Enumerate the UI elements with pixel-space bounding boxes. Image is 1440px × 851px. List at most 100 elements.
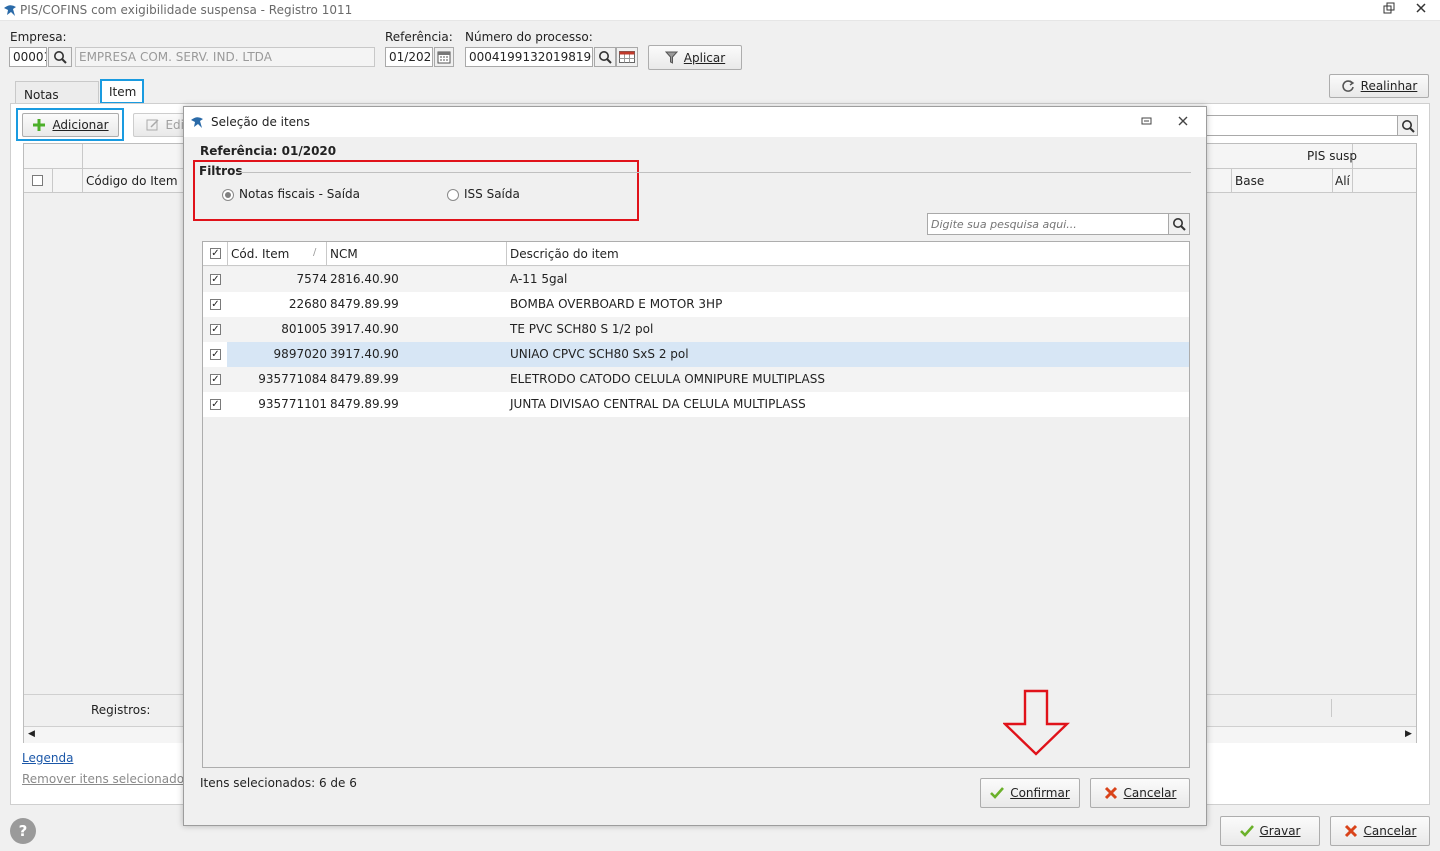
remover-itens-link[interactable]: Remover itens selecionados bbox=[22, 772, 190, 786]
search-icon bbox=[54, 51, 67, 64]
adicionar-label: Adicionar bbox=[52, 118, 109, 132]
cancel-x-icon bbox=[1104, 786, 1117, 800]
app-logo-icon bbox=[4, 5, 16, 16]
row-ncm: 3917.40.90 bbox=[330, 322, 399, 336]
registros-label: Registros: bbox=[91, 703, 151, 717]
radio-notas-fiscais-saida[interactable] bbox=[222, 189, 234, 201]
refresh-icon bbox=[1341, 80, 1354, 92]
empresa-code-input[interactable]: 00001 bbox=[9, 47, 47, 67]
itens-selecionados-status: Itens selecionados: 6 de 6 bbox=[200, 776, 357, 790]
window-title: PIS/COFINS com exigibilidade suspensa - … bbox=[20, 3, 353, 17]
filtros-divider bbox=[239, 172, 1191, 173]
app-logo-icon bbox=[191, 117, 203, 128]
list-item[interactable]: ✓ 935771101 8479.89.99 JUNTA DIVISAO CEN… bbox=[203, 392, 1189, 417]
row-cod: 935771084 bbox=[258, 372, 327, 386]
legenda-link[interactable]: Legenda bbox=[22, 751, 73, 765]
main-search-input[interactable] bbox=[1200, 115, 1398, 136]
list-item[interactable]: ✓ 801005 3917.40.90 TE PVC SCH80 S 1/2 p… bbox=[203, 317, 1189, 342]
list-item[interactable]: ✓ 7574 2816.40.90 A-11 5gal bbox=[203, 267, 1189, 292]
row-checkbox[interactable]: ✓ bbox=[210, 299, 221, 310]
selecao-itens-dialog: Seleção de itens Referência: 01/2020 Fil… bbox=[183, 106, 1207, 826]
row-desc: BOMBA OVERBOARD E MOTOR 3HP bbox=[510, 297, 723, 311]
tab-notas-fiscais[interactable]: Notas Fiscais bbox=[15, 81, 99, 116]
referencia-label: Referência: bbox=[385, 30, 453, 44]
row-checkbox[interactable]: ✓ bbox=[210, 399, 221, 410]
close-window-button[interactable] bbox=[1412, 2, 1430, 18]
close-icon bbox=[1416, 3, 1426, 13]
search-icon bbox=[599, 51, 612, 64]
main-cancelar-button[interactable]: Cancelar bbox=[1330, 816, 1430, 846]
confirmar-button[interactable]: Confirmar bbox=[980, 778, 1080, 808]
calendar-button[interactable] bbox=[434, 47, 454, 67]
gravar-button[interactable]: Gravar bbox=[1220, 816, 1320, 846]
adicionar-button[interactable]: Adicionar bbox=[22, 113, 119, 137]
row-checkbox[interactable]: ✓ bbox=[210, 324, 221, 335]
radio-iss-saida[interactable] bbox=[447, 189, 459, 201]
dialog-cancelar-button[interactable]: Cancelar bbox=[1090, 778, 1190, 808]
select-all-items-checkbox[interactable]: ✓ bbox=[210, 248, 221, 259]
row-checkbox[interactable]: ✓ bbox=[210, 349, 221, 360]
row-ncm: 8479.89.99 bbox=[330, 297, 399, 311]
tab-item-label: Item bbox=[109, 85, 137, 99]
pis-susp-header: PIS susp bbox=[1307, 149, 1357, 163]
col-cod-item[interactable]: Cód. Item bbox=[231, 247, 289, 261]
list-item-selected[interactable]: ✓ 9897020 3917.40.90 UNIAO CPVC SCH80 Sx… bbox=[203, 342, 1189, 367]
check-icon bbox=[1239, 825, 1254, 837]
processo-input[interactable]: 00041991320198190061 bbox=[465, 47, 593, 67]
select-all-checkbox[interactable] bbox=[32, 175, 43, 186]
empresa-search-button[interactable] bbox=[48, 47, 72, 67]
dialog-search-input[interactable] bbox=[927, 213, 1169, 235]
search-icon bbox=[1401, 119, 1415, 133]
help-icon[interactable]: ? bbox=[10, 818, 36, 844]
referencia-input[interactable]: 01/2020 bbox=[385, 47, 433, 67]
dialog-search-button[interactable] bbox=[1168, 213, 1190, 235]
main-search-button[interactable] bbox=[1397, 115, 1418, 136]
aplicar-button[interactable]: Aplicar bbox=[648, 45, 742, 70]
editar-button[interactable]: Edi bbox=[133, 113, 185, 137]
scroll-left-icon[interactable]: ◀ bbox=[28, 729, 35, 739]
main-cancelar-label: Cancelar bbox=[1363, 824, 1417, 838]
editar-label: Edi bbox=[165, 118, 184, 132]
row-ncm: 2816.40.90 bbox=[330, 272, 399, 286]
col-ali[interactable]: Alí bbox=[1335, 174, 1350, 188]
scroll-right-icon[interactable]: ▶ bbox=[1405, 729, 1412, 739]
row-checkbox[interactable]: ✓ bbox=[210, 374, 221, 385]
list-item[interactable]: ✓ 22680 8479.89.99 BOMBA OVERBOARD E MOT… bbox=[203, 292, 1189, 317]
filtros-label: Filtros bbox=[199, 164, 243, 178]
restore-window-button[interactable] bbox=[1380, 2, 1398, 18]
row-ncm: 8479.89.99 bbox=[330, 372, 399, 386]
table-icon bbox=[619, 51, 635, 63]
processo-table-button[interactable] bbox=[616, 47, 638, 67]
col-descricao[interactable]: Descrição do item bbox=[510, 247, 619, 261]
check-icon bbox=[990, 787, 1005, 799]
row-cod: 801005 bbox=[281, 322, 327, 336]
gravar-label: Gravar bbox=[1259, 824, 1301, 838]
items-selection-list: ✓ Cód. Item / NCM Descrição do item ✓ 75… bbox=[202, 241, 1190, 768]
processo-search-button[interactable] bbox=[594, 47, 616, 67]
add-icon bbox=[33, 119, 46, 131]
sort-icon: / bbox=[313, 247, 317, 258]
row-desc: JUNTA DIVISAO CENTRAL DA CELULA MULTIPLA… bbox=[510, 397, 806, 411]
close-icon bbox=[1178, 116, 1188, 126]
dialog-minimize-button[interactable] bbox=[1141, 115, 1155, 129]
row-desc: UNIAO CPVC SCH80 SxS 2 pol bbox=[510, 347, 689, 361]
row-desc: A-11 5gal bbox=[510, 272, 568, 286]
col-base[interactable]: Base bbox=[1235, 174, 1264, 188]
row-checkbox[interactable]: ✓ bbox=[210, 274, 221, 285]
list-item[interactable]: ✓ 935771084 8479.89.99 ELETRODO CATODO C… bbox=[203, 367, 1189, 392]
realinhar-button[interactable]: Realinhar bbox=[1329, 74, 1429, 98]
row-desc: TE PVC SCH80 S 1/2 pol bbox=[510, 322, 654, 336]
row-ncm: 8479.89.99 bbox=[330, 397, 399, 411]
list-header: ✓ Cód. Item / NCM Descrição do item bbox=[203, 242, 1189, 266]
restore-icon bbox=[1383, 2, 1395, 14]
minimize-icon bbox=[1141, 117, 1152, 125]
col-ncm[interactable]: NCM bbox=[330, 247, 358, 261]
calendar-icon bbox=[437, 51, 451, 64]
col-codigo-item[interactable]: Código do Item bbox=[86, 174, 178, 188]
tab-item[interactable]: Item bbox=[100, 79, 144, 104]
aplicar-label: Aplicar bbox=[683, 50, 726, 65]
edit-icon bbox=[146, 119, 159, 131]
realinhar-label: Realinhar bbox=[1360, 79, 1418, 93]
filter-icon bbox=[664, 51, 678, 64]
dialog-close-button[interactable] bbox=[1177, 115, 1191, 129]
